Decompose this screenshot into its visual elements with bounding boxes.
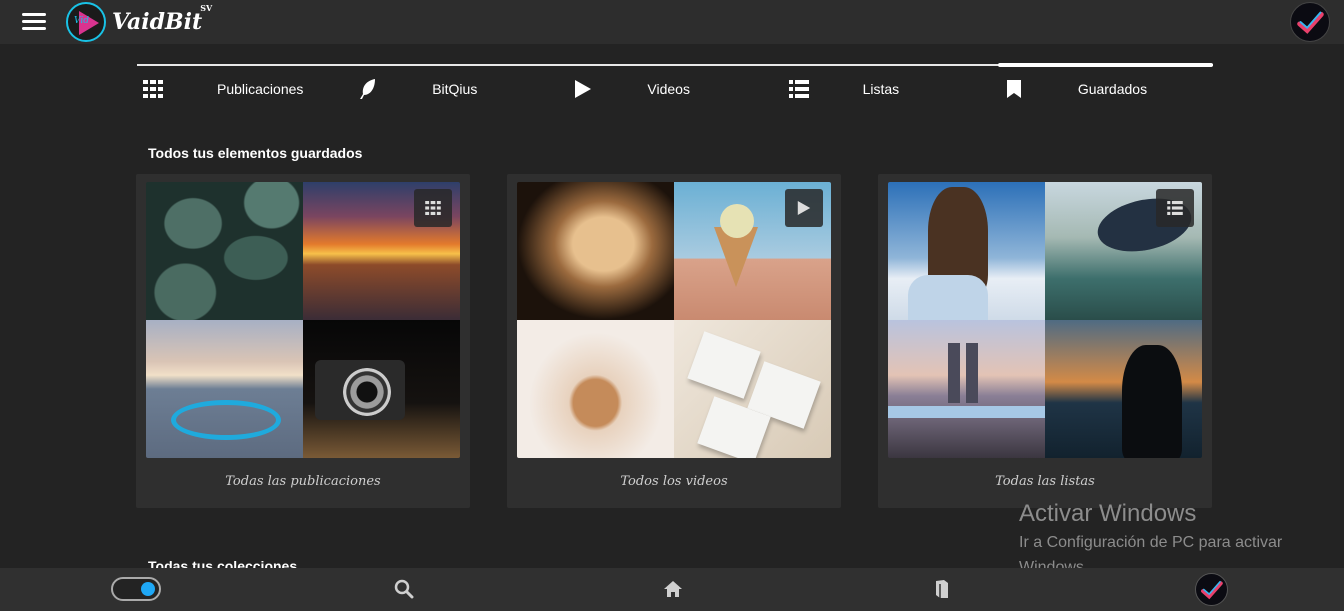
book-icon[interactable] bbox=[931, 578, 953, 600]
card-label: Todas las listas bbox=[995, 474, 1095, 489]
tab-listas[interactable]: Listas bbox=[783, 66, 998, 112]
thumbnail-image bbox=[1045, 320, 1202, 458]
grid-icon bbox=[141, 77, 165, 101]
profile-tabs: Publicaciones BitQius Videos Listas Guar… bbox=[137, 63, 1214, 112]
home-icon[interactable] bbox=[662, 578, 684, 600]
user-avatar[interactable] bbox=[1290, 2, 1330, 42]
play-icon bbox=[785, 189, 823, 227]
watermark-title: Activar Windows bbox=[1019, 500, 1197, 527]
tab-label: BitQius bbox=[432, 81, 478, 97]
tab-label: Publicaciones bbox=[217, 81, 304, 97]
thumbnail-grid bbox=[888, 182, 1202, 458]
top-bar: Vid VaidBit SV bbox=[0, 0, 1344, 44]
list-icon bbox=[1156, 189, 1194, 227]
thumbnail-image bbox=[517, 320, 674, 458]
section-title-saved: Todos tus elementos guardados bbox=[148, 145, 363, 161]
hamburger-menu-icon[interactable] bbox=[22, 13, 46, 31]
saved-card-videos[interactable]: Todos los videos bbox=[507, 174, 841, 508]
thumbnail-image bbox=[146, 182, 303, 320]
profile-avatar[interactable] bbox=[1195, 573, 1228, 606]
logo-text: VaidBit SV bbox=[112, 3, 213, 35]
bookmark-icon bbox=[1002, 77, 1026, 101]
list-icon bbox=[787, 77, 811, 101]
tab-label: Guardados bbox=[1077, 81, 1148, 97]
tab-label: Listas bbox=[862, 81, 900, 97]
feather-icon bbox=[356, 77, 380, 101]
tab-label: Videos bbox=[647, 81, 690, 97]
theme-toggle[interactable] bbox=[111, 577, 161, 601]
saved-card-listas[interactable]: Todas las listas bbox=[878, 174, 1212, 508]
grid-icon bbox=[414, 189, 452, 227]
tab-bitqius[interactable]: BitQius bbox=[352, 66, 567, 112]
thumbnail-image bbox=[888, 320, 1045, 458]
bottom-nav-bar bbox=[0, 568, 1344, 611]
tab-videos[interactable]: Videos bbox=[567, 66, 782, 112]
thumbnail-grid bbox=[146, 182, 460, 458]
saved-card-publicaciones[interactable]: Todas las publicaciones bbox=[136, 174, 470, 508]
thumbnail-image bbox=[517, 182, 674, 320]
thumbnail-image bbox=[888, 182, 1045, 320]
thumbnail-image bbox=[146, 320, 303, 458]
play-icon bbox=[571, 77, 595, 101]
app-logo[interactable]: Vid VaidBit SV bbox=[66, 2, 213, 42]
search-icon[interactable] bbox=[393, 578, 415, 600]
tab-publicaciones[interactable]: Publicaciones bbox=[137, 66, 352, 112]
tab-guardados[interactable]: Guardados bbox=[997, 63, 1214, 112]
logo-mark-icon: Vid bbox=[66, 2, 106, 42]
thumbnail-image bbox=[674, 320, 831, 458]
thumbnail-image bbox=[303, 320, 460, 458]
thumbnail-grid bbox=[517, 182, 831, 458]
card-label: Todas las publicaciones bbox=[225, 474, 381, 489]
card-label: Todos los videos bbox=[620, 474, 728, 489]
